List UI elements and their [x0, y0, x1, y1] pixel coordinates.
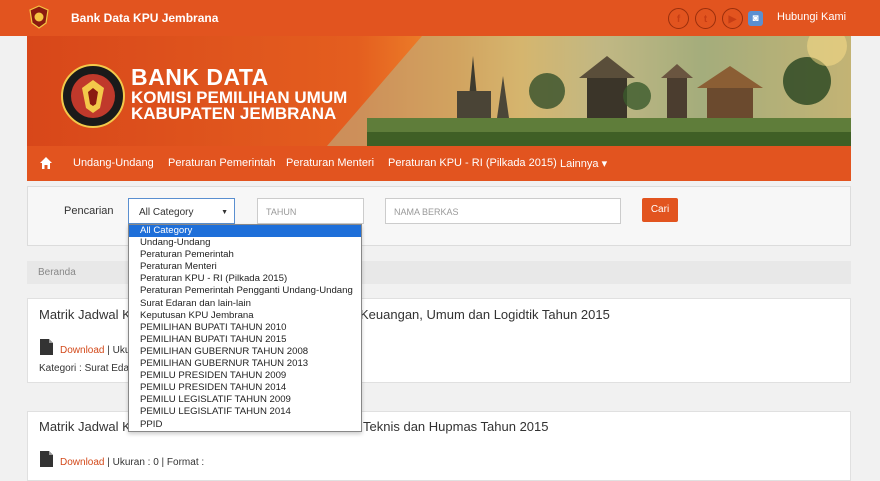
search-button[interactable]: Cari [642, 198, 678, 222]
dropdown-option[interactable]: Peraturan KPU - RI (Pilkada 2015) [129, 273, 361, 285]
facebook-icon[interactable]: f [668, 8, 689, 29]
document-meta: Download | Ukur [60, 345, 134, 356]
dropdown-option[interactable]: PEMILU PRESIDEN TAHUN 2014 [129, 382, 361, 394]
banner-heading: BANK DATA [131, 64, 269, 90]
twitter-icon[interactable]: t [695, 8, 716, 29]
kpu-emblem-icon [61, 64, 125, 128]
header-banner: BANK DATA KOMISI PEMILIHAN UMUM KABUPATE… [27, 36, 851, 146]
site-title[interactable]: Bank Data KPU Jembrana [71, 11, 218, 25]
contact-link[interactable]: Hubungi Kami [777, 11, 846, 23]
dropdown-option[interactable]: Peraturan Pemerintah [129, 249, 361, 261]
dropdown-option[interactable]: PEMILIHAN BUPATI TAHUN 2010 [129, 322, 361, 334]
nav-peraturan-menteri[interactable]: Peraturan Menteri [286, 157, 374, 169]
download-link[interactable]: Download [60, 457, 104, 468]
dropdown-option[interactable]: Peraturan Pemerintah Pengganti Undang-Un… [129, 285, 361, 297]
file-icon [40, 451, 53, 467]
home-icon[interactable] [39, 156, 53, 170]
document-title-start: Matrik Jadwal K [39, 419, 131, 434]
dropdown-option[interactable]: Surat Edaran dan lain-lain [129, 298, 361, 310]
year-input[interactable]: TAHUN [257, 198, 364, 224]
document-title-start: Matrik Jadwal K [39, 307, 131, 322]
dropdown-option[interactable]: PEMILU LEGISLATIF TAHUN 2014 [129, 406, 361, 418]
dropdown-option[interactable]: Keputusan KPU Jembrana [129, 310, 361, 322]
nav-undang-undang[interactable]: Undang-Undang [73, 157, 154, 169]
document-category: Kategori : Surat Eda [39, 363, 130, 374]
document-size: | Ukuran : 0 | Format : [107, 457, 205, 468]
document-meta: Download | Ukuran : 0 | Format : [60, 457, 204, 468]
kpu-logo-icon[interactable] [28, 5, 50, 29]
dropdown-option[interactable]: All Category [129, 225, 361, 238]
search-label: Pencarian [64, 205, 114, 217]
banner-subheading-2: KABUPATEN JEMBRANA [131, 104, 337, 123]
dropdown-option[interactable]: PEMILIHAN BUPATI TAHUN 2015 [129, 334, 361, 346]
top-bar: Bank Data KPU Jembrana f t ▶ ◙ Hubungi K… [0, 0, 880, 36]
document-title[interactable]: Matrik Jadwal K [39, 307, 131, 322]
main-nav: Undang-Undang Peraturan Pemerintah Perat… [27, 146, 851, 181]
dropdown-option[interactable]: PEMILIHAN GUBERNUR TAHUN 2008 [129, 346, 361, 358]
dropdown-option[interactable]: PPID [129, 419, 361, 431]
instagram-icon[interactable]: ◙ [748, 11, 763, 26]
nav-peraturan-pemerintah[interactable]: Peraturan Pemerintah [168, 157, 276, 169]
dropdown-option[interactable]: PEMILIHAN GUBERNUR TAHUN 2013 [129, 358, 361, 370]
youtube-icon[interactable]: ▶ [722, 8, 743, 29]
dropdown-option[interactable]: PEMILU PRESIDEN TAHUN 2009 [129, 370, 361, 382]
category-dropdown-list: All Category Undang-Undang Peraturan Pem… [128, 224, 362, 432]
document-title[interactable]: Matrik Jadwal K [39, 419, 131, 434]
document-title-end[interactable]: Keuangan, Umum dan Logidtik Tahun 2015 [360, 307, 610, 322]
nav-lainnya-dropdown[interactable]: Lainnya ▾ [560, 157, 607, 170]
download-link[interactable]: Download [60, 345, 104, 356]
nav-peraturan-kpu[interactable]: Peraturan KPU - RI (Pilkada 2015) [388, 157, 557, 169]
document-title-end[interactable]: Teknis dan Hupmas Tahun 2015 [363, 419, 549, 434]
filename-input[interactable]: NAMA BERKAS [385, 198, 621, 224]
chevron-down-icon: ▼ [221, 209, 228, 216]
breadcrumb-home[interactable]: Beranda [38, 267, 76, 278]
dropdown-option[interactable]: PEMILU LEGISLATIF TAHUN 2009 [129, 394, 361, 406]
category-select[interactable]: All Category ▼ [128, 198, 235, 224]
file-icon [40, 339, 53, 355]
category-select-value: All Category [139, 207, 194, 218]
dropdown-option[interactable]: Peraturan Menteri [129, 261, 361, 273]
dropdown-option[interactable]: Undang-Undang [129, 237, 361, 249]
